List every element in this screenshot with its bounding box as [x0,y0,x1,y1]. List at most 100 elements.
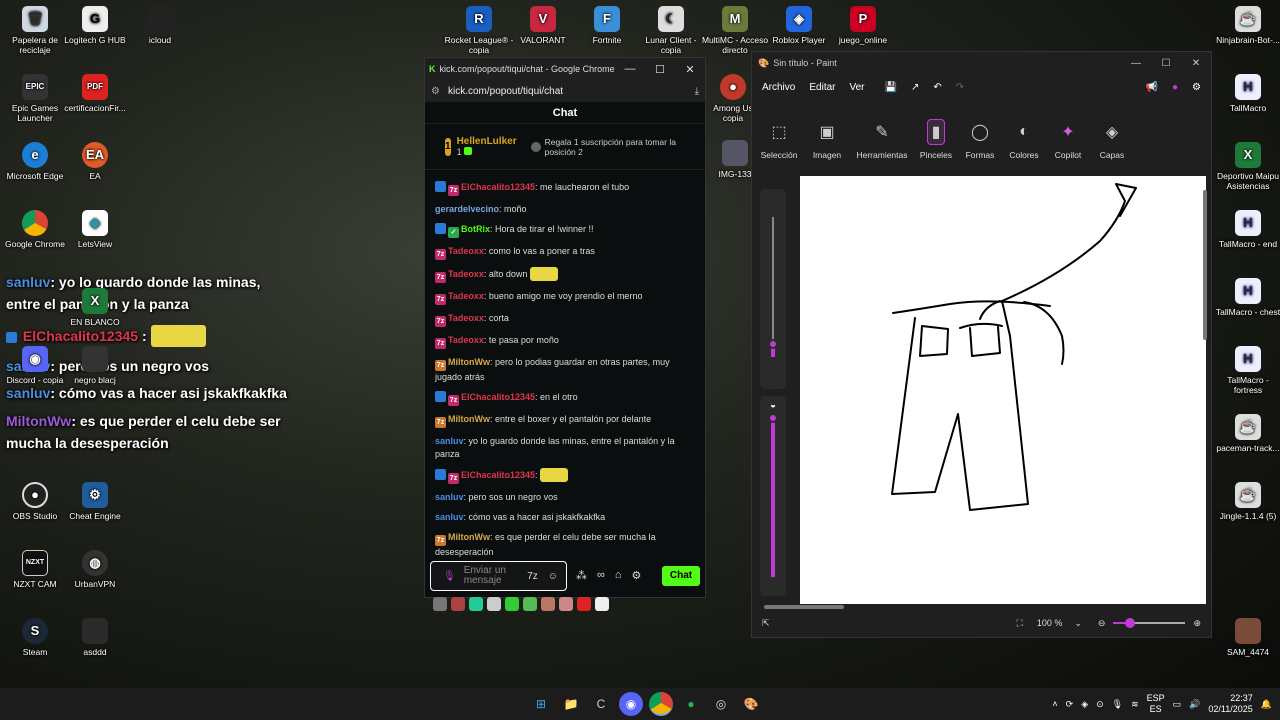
tool-formas[interactable]: ◯ Formas [958,114,1002,160]
opacity-slider-handle[interactable] [768,413,778,423]
store-icon[interactable]: ⌂ [615,569,622,582]
share-icon[interactable]: ↗ [911,82,919,93]
vpn-icon[interactable]: ◈ [1081,699,1088,710]
translate-icon[interactable]: 7z [527,571,538,582]
desktop-icon-logitech[interactable]: G Logitech G HUB [60,6,130,45]
desktop-icon-tallmacro-fortress[interactable]: H TallMacro - fortress [1213,346,1280,395]
paint-canvas[interactable] [800,176,1206,604]
site-info-icon[interactable]: ⚙ [431,86,440,97]
desktop-icon-roblox[interactable]: ◈ Roblox Player [764,6,834,45]
desktop-icon-valorant[interactable]: V VALORANT [508,6,578,45]
monitor-icon[interactable]: ▭ [1173,699,1182,710]
sub-leader-banner[interactable]: 1 HellenLulker 1 Regala 1 suscripción pa… [425,124,705,170]
desktop-icon-ea[interactable]: EA EA [60,142,130,181]
file-explorer-icon[interactable]: 📁 [559,692,583,716]
desktop-icon-tallmacro[interactable]: H TallMacro [1213,74,1280,113]
desktop-icon-rocket-league[interactable]: R Rocket League® - copia [444,6,514,55]
paint-taskbar-icon[interactable]: 🎨 [739,692,763,716]
tool-copilot[interactable]: ✦ Copilot [1046,114,1090,160]
users-icon[interactable]: ⁂ [576,569,587,582]
desktop-icon-icloud[interactable]: icloud [125,6,195,45]
desktop-icon-fortnite[interactable]: F Fortnite [572,6,642,45]
ccleaner-icon[interactable]: C [589,692,613,716]
notification-icon[interactable]: 🔔 [1261,699,1272,710]
desktop-icon-negro-blacj[interactable]: negro blacj [60,346,130,385]
brush-size-panel[interactable] [760,189,786,389]
redo-icon[interactable]: ↷ [956,82,964,93]
desktop-icon-jingle[interactable]: ☕ Jingle-1.1.4 (5) [1213,482,1280,521]
tool-imagen[interactable]: ▣ Imagen [804,114,850,160]
zoom-slider[interactable] [1113,618,1186,628]
desktop-icon-lunar-client[interactable]: ☾ Lunar Client - copia [636,6,706,55]
chevron-up-icon[interactable]: ˄ [1052,699,1057,709]
minimize-icon[interactable]: — [615,63,645,76]
wifi-icon[interactable]: ≋ [1131,699,1139,710]
size-slider-handle[interactable] [768,339,778,349]
tool-pinceles[interactable]: ▮ Pinceles [914,114,958,160]
spotify-icon[interactable]: ● [679,692,703,716]
fit-icon[interactable]: ⛶ [1017,618,1023,629]
address-bar[interactable]: ⚙ kick.com/popout/tiqui/chat ⤓ [425,80,705,102]
language-indicator[interactable]: ESP ES [1147,693,1165,715]
tool-herramientas[interactable]: ✎ Herramientas [850,114,914,160]
maximize-icon[interactable]: ☐ [645,63,675,76]
desktop-icon-multimc[interactable]: M MultiMC - Acceso directo [700,6,770,55]
chrome-taskbar-icon[interactable] [649,692,673,716]
desktop-icon-tallmacro-chest[interactable]: H TallMacro - chest [1213,278,1280,317]
desktop-icon-letsview[interactable]: ◆ LetsView [60,210,130,249]
desktop-icon-asddd[interactable]: asddd [60,618,130,657]
obs-taskbar-icon[interactable]: ◎ [709,692,733,716]
desktop-icon-en-blanco[interactable]: X EN BLANCO [60,288,130,327]
tool-seleccion[interactable]: ⬚ Selección [754,114,804,160]
menu-archivo[interactable]: Archivo [762,82,795,93]
menu-editar[interactable]: Editar [809,82,835,93]
desktop-icon-tallmacro-end[interactable]: H TallMacro - end [1213,210,1280,249]
discord-taskbar-icon[interactable]: ◉ [619,692,643,716]
recent-emotes[interactable] [433,597,609,611]
mic-tray-icon[interactable]: 🎙 [1112,699,1123,710]
start-icon[interactable]: ⊞ [529,692,553,716]
chat-messages[interactable]: 7z ElChacalito12345: me lauchearon el tub… [425,181,705,591]
minimize-icon[interactable]: — [1121,58,1151,69]
chrome-titlebar[interactable]: K kick.com/popout/tiqui/chat - Google Ch… [425,58,705,80]
profile-icon[interactable]: ● [1172,82,1178,93]
desktop-icon-sam-4474[interactable]: SAM_4474 [1213,618,1280,657]
download-icon[interactable]: ⤓ [695,86,699,97]
desktop-icon-juego-online[interactable]: Pjuego_online [828,6,898,45]
vertical-scrollbar[interactable] [1203,190,1207,340]
desktop-icon-ninjabrain[interactable]: ☕ Ninjabrain-Bot-... [1213,6,1280,45]
desktop-icon-pdf[interactable]: PDF certificacionFir... [60,74,130,113]
desktop-icon-urbanvpn[interactable]: ◍ UrbanVPN [60,550,130,589]
opacity-panel[interactable]: ◒ [760,396,786,596]
clock[interactable]: 22:37 02/11/2025 [1208,693,1252,715]
emoji-icon[interactable]: ☺ [548,571,558,582]
url-text: kick.com/popout/tiqui/chat [447,85,564,97]
infinity-icon[interactable]: ∞ [597,569,605,582]
microphone-icon[interactable]: 🎙 [443,571,456,582]
settings-icon[interactable]: ⚙ [632,569,642,582]
desktop-icon-deportivo-maipu[interactable]: X Deportivo Maipu Asistencias [1213,142,1280,191]
sync-icon[interactable]: ⟳ [1066,699,1074,710]
paint-titlebar[interactable]: 🎨 Sin título - Paint — ☐ ✕ [752,52,1211,74]
maximize-icon[interactable]: ☐ [1151,58,1181,69]
chat-input[interactable]: 🎙 Enviar un mensaje 7z ☺ [430,561,567,591]
settings-icon[interactable]: ⚙ [1192,82,1201,93]
selection-icon: ⬚ [771,124,787,141]
zoom-in-icon[interactable]: ⊕ [1193,618,1201,629]
undo-icon[interactable]: ↶ [933,82,941,93]
network-tray-icon[interactable]: ⊙ [1096,699,1104,710]
tool-colores[interactable]: ◐ Colores [1002,114,1046,160]
zoom-out-icon[interactable]: ⊖ [1098,618,1106,629]
menu-ver[interactable]: Ver [849,82,864,93]
zoom-level[interactable]: 100 % [1037,618,1063,628]
megaphone-icon[interactable]: 📢 [1146,82,1158,93]
close-icon[interactable]: ✕ [675,63,705,76]
send-chat-button[interactable]: Chat [662,566,700,586]
save-icon[interactable]: 💾 [885,82,897,93]
desktop-icon-cheat-engine[interactable]: ⚙ Cheat Engine [60,482,130,521]
volume-icon[interactable]: 🔊 [1189,699,1200,710]
close-icon[interactable]: ✕ [1181,58,1211,69]
chevron-down-icon[interactable]: ⌄ [1074,618,1082,629]
tool-capas[interactable]: ◈ Capas [1090,114,1134,160]
desktop-icon-paceman[interactable]: ☕ paceman-track... [1213,414,1280,453]
